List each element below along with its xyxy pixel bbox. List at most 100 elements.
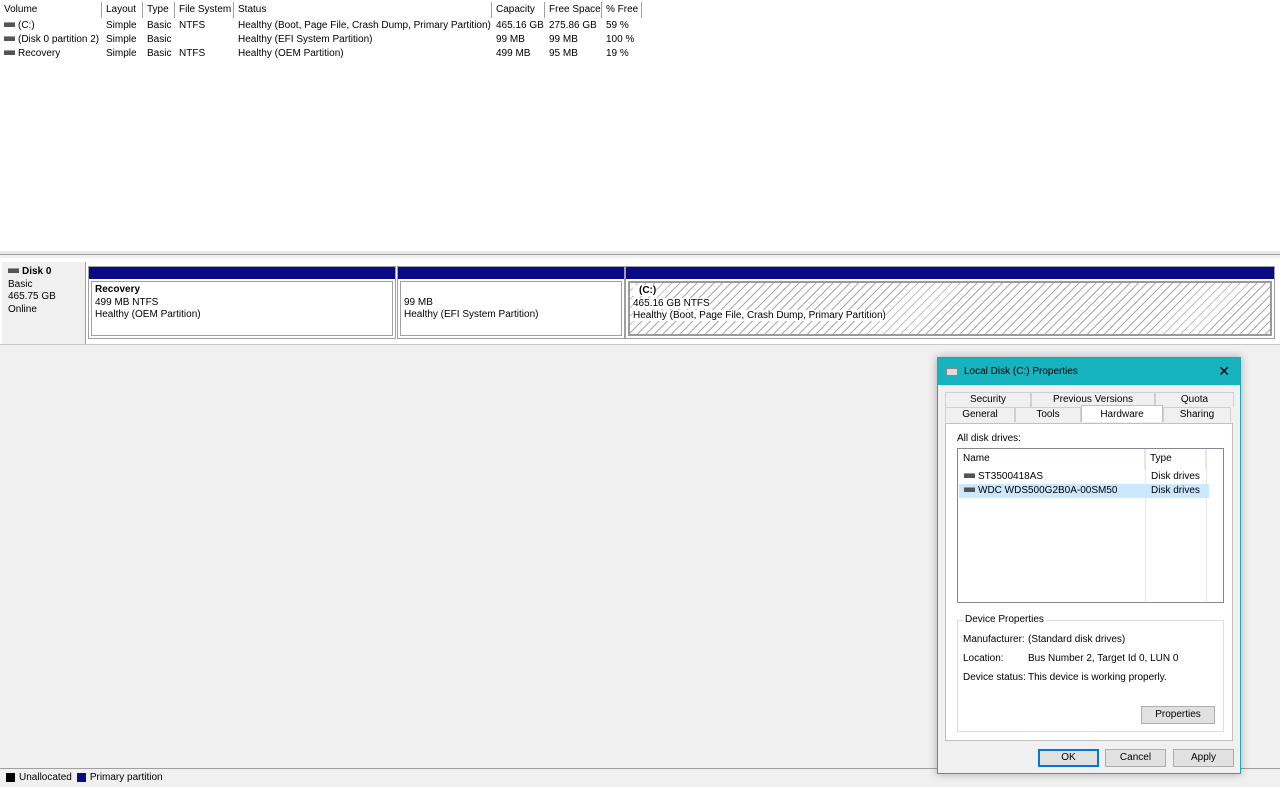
tab-security[interactable]: Security [945,392,1031,407]
location-row: Location: Bus Number 2, Target Id 0, LUN… [963,653,1178,664]
table-row[interactable]: Recovery Simple Basic NTFS Healthy (OEM … [0,47,642,61]
table-row[interactable]: (Disk 0 partition 2) Simple Basic Health… [0,33,642,47]
properties-button[interactable]: Properties [1141,706,1215,724]
volume-name: (C:) [18,20,35,31]
tab-tools[interactable]: Tools [1015,407,1081,422]
pane-splitter[interactable] [0,251,1280,254]
drive-icon [964,472,975,478]
capacity-cell: 499 MB [496,48,531,59]
hardware-tab-page: All disk drives: Name Type ST3500418AS D… [945,423,1233,741]
tab-sharing[interactable]: Sharing [1163,407,1231,422]
free-space-cell: 275.86 GB [549,20,597,31]
partition-title: (C:) [639,285,657,296]
table-row[interactable]: (C:) Simple Basic NTFS Healthy (Boot, Pa… [0,19,642,33]
primary-swatch [76,773,86,782]
column-header-percent-free[interactable]: % Free [602,2,642,18]
tab-hardware[interactable]: Hardware [1081,405,1163,422]
device-status-label: Device status: [963,672,1026,683]
list-header: Name Type [958,449,1223,469]
capacity-cell: 465.16 GB [496,20,544,31]
drive-icon [4,21,15,27]
tab-general[interactable]: General [945,407,1015,422]
free-space-cell: 95 MB [549,48,578,59]
layout-cell: Simple [106,48,137,59]
partition-c[interactable]: (C:) 465.16 GB NTFS Healthy (Boot, Page … [625,266,1275,339]
partition-size: 465.16 GB NTFS [633,297,710,309]
dialog-title: Local Disk (C:) Properties [964,366,1078,377]
disk-label[interactable]: Disk 0 Basic 465.75 GB Online [2,262,86,344]
disk-drives-list[interactable]: Name Type ST3500418AS Disk drives WDC WD… [957,448,1224,603]
location-label: Location: [963,653,1004,664]
drive-name: WDC WDS500G2B0A-00SM50 [978,485,1118,496]
legend-unallocated: Unallocated [6,772,72,783]
drive-icon [4,35,15,41]
percent-free-cell: 100 % [606,34,635,45]
disk-kind: Basic [8,278,33,290]
drive-name: ST3500418AS [978,471,1044,482]
volume-list-pane: Volume Layout Type File System Status Ca… [0,0,1280,255]
tabs-row-bottom: General Tools Hardware Sharing [945,405,1231,422]
percent-free-cell: 59 % [606,20,629,31]
device-properties-group: Device Properties Manufacturer: (Standar… [957,614,1224,732]
primary-partition-bar [89,267,395,279]
column-header-type[interactable]: Type [143,2,175,18]
partition-status: Healthy (Boot, Page File, Crash Dump, Pr… [633,310,886,321]
close-icon[interactable]: ✕ [1218,363,1230,379]
layout-cell: Simple [106,34,137,45]
file-system-cell [175,33,234,47]
column-header-free-space[interactable]: Free Space [545,2,602,18]
device-properties-legend: Device Properties [963,614,1046,625]
volume-list-header: Volume Layout Type File System Status Ca… [0,2,642,18]
disk-size: 465.75 GB [8,291,56,302]
drive-type: Disk drives [1151,485,1200,496]
capacity-cell: 99 MB [496,34,525,45]
partition-size: 99 MB [404,296,433,308]
manufacturer-value: (Standard disk drives) [1028,634,1126,645]
partition-status: Healthy (OEM Partition) [95,309,201,320]
location-value: Bus Number 2, Target Id 0, LUN 0 [1028,653,1179,664]
list-item[interactable]: ST3500418AS Disk drives [959,470,1209,484]
dialog-title-bar[interactable]: Local Disk (C:) Properties ✕ [938,358,1240,385]
column-header-status[interactable]: Status [234,2,492,18]
all-disk-drives-label: All disk drives: [957,433,1021,444]
primary-partition-bar [398,267,624,279]
partition-title: Recovery [95,284,141,295]
column-header-capacity[interactable]: Capacity [492,2,545,18]
list-item-selected[interactable]: WDC WDS500G2B0A-00SM50 Disk drives [959,484,1209,498]
tab-quota[interactable]: Quota [1155,392,1234,407]
volume-name: (Disk 0 partition 2) [18,34,100,45]
cancel-button[interactable]: Cancel [1105,749,1166,767]
percent-free-cell: 19 % [606,48,629,59]
drive-icon [946,367,958,376]
apply-button[interactable]: Apply [1173,749,1234,767]
unallocated-swatch [6,773,15,782]
disk-name: Disk 0 [22,266,52,277]
type-cell: Basic [147,34,172,45]
column-header-file-system[interactable]: File System [175,2,234,18]
legend-label: Unallocated [19,772,72,783]
file-system-cell: NTFS [179,48,206,59]
column-header-type[interactable]: Type [1145,449,1206,469]
layout-cell: Simple [106,20,137,31]
partition-recovery[interactable]: Recovery 499 MB NTFS Healthy (OEM Partit… [88,266,396,339]
free-space-cell: 99 MB [549,34,578,45]
column-header-name[interactable]: Name [958,449,1145,469]
disk-graphic-pane: Disk 0 Basic 465.75 GB Online Recovery 4… [0,258,1280,345]
partition-efi[interactable]: 99 MB Healthy (EFI System Partition) [397,266,625,339]
disk-state: Online [8,303,37,315]
properties-dialog: Local Disk (C:) Properties ✕ Security Pr… [937,357,1241,774]
partition-status: Healthy (EFI System Partition) [404,309,539,320]
disk-icon [8,267,19,273]
type-cell: Basic [147,48,172,59]
device-status-row: Device status: This device is working pr… [963,672,1167,683]
drive-icon [4,49,15,55]
manufacturer-label: Manufacturer: [963,634,1025,645]
type-cell: Basic [147,20,172,31]
column-header-layout[interactable]: Layout [102,2,143,18]
column-header-volume[interactable]: Volume [0,2,102,18]
drive-icon [964,486,975,492]
manufacturer-row: Manufacturer: (Standard disk drives) [963,634,1125,645]
status-cell: Healthy (OEM Partition) [238,48,344,59]
ok-button[interactable]: OK [1038,749,1099,767]
file-system-cell: NTFS [179,20,206,31]
